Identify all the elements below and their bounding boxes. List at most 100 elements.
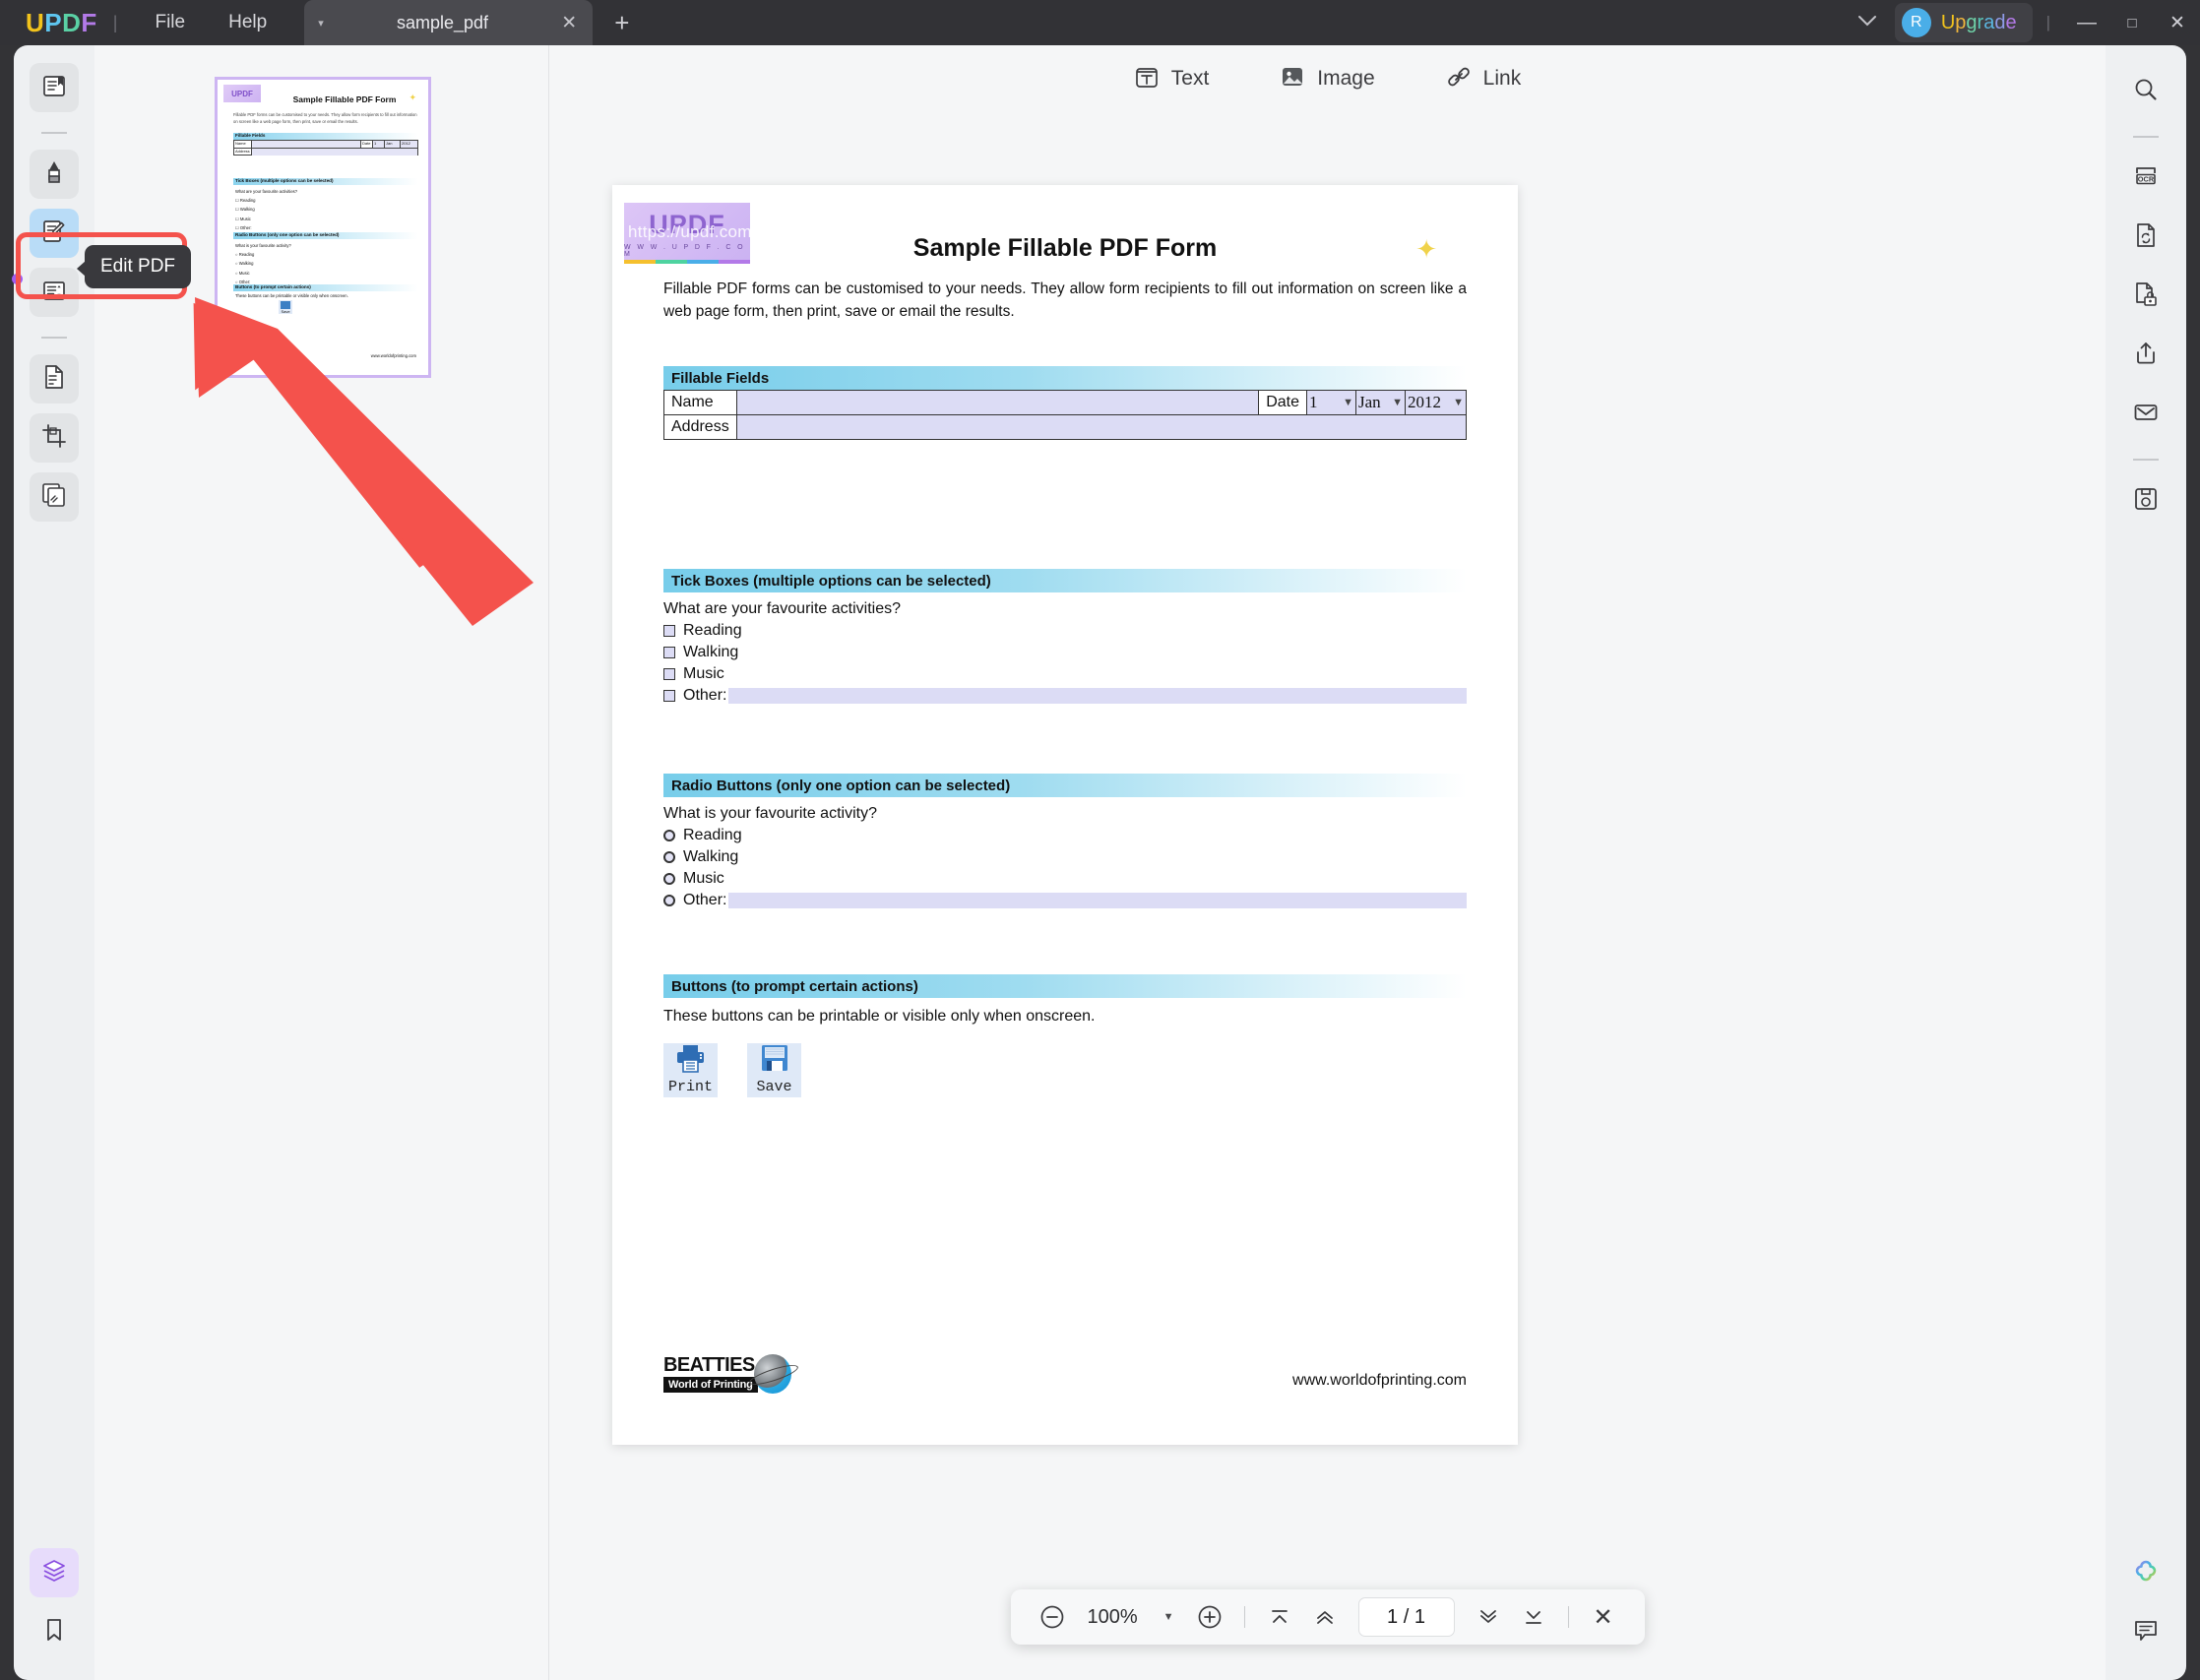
tickbox-label-walking: Walking [683,644,738,661]
minimize-button[interactable]: — [2064,0,2109,45]
table-row-name: Name Date 1▼ Jan▼ [664,391,1467,415]
checkbox-icon[interactable] [663,647,675,658]
thumbnail-page-number: 1 [215,384,431,401]
sidebar-item-comment[interactable] [2121,1607,2170,1656]
sidebar-item-reader[interactable] [30,63,79,112]
pin-icon: ✦ [1415,234,1437,265]
thumb-title: Sample Fillable PDF Form [275,94,414,104]
next-page-button[interactable] [1469,1597,1508,1637]
new-tab-button[interactable]: + [614,8,629,38]
beatties-logo: BEATTIES World of Printing [663,1354,791,1394]
logo-letter-d: D [62,8,81,37]
radio-label-walking: Walking [683,848,738,866]
radio-option-reading[interactable]: Reading [663,827,1467,844]
sidebar-item-share[interactable] [2121,331,2170,380]
sidebar-item-ocr[interactable]: OCR [2121,154,2170,203]
print-button[interactable]: Print [663,1043,718,1097]
checkbox-icon[interactable] [663,625,675,637]
page-indicator-input[interactable]: 1 / 1 [1358,1597,1455,1637]
checkbox-icon[interactable] [663,668,675,680]
close-toolbar-button[interactable]: ✕ [1584,1597,1623,1637]
menu-help[interactable]: Help [207,6,288,39]
chevron-down-icon[interactable] [1840,15,1895,31]
sidebar-item-search[interactable] [2121,67,2170,116]
tab-close-icon[interactable]: ✕ [561,12,577,34]
right-rail-divider-2 [2133,459,2159,461]
sidebar-item-annotate[interactable] [30,150,79,199]
tickbox-option-music[interactable]: Music [663,665,1467,683]
radio-icon[interactable] [663,851,675,863]
sidebar-item-crop-page[interactable] [30,413,79,463]
sidebar-item-organize-pages[interactable] [30,268,79,317]
page-title: Sample Fillable PDF Form [612,234,1518,263]
tool-text[interactable]: Text [1134,64,1210,94]
thumb-pin-icon: ✦ [409,93,416,103]
tickbox-other-input[interactable] [728,688,1467,704]
page-thumbnail[interactable]: UPDF Sample Fillable PDF Form ✦ Fillable… [215,77,431,378]
close-window-button[interactable]: ✕ [2155,0,2200,45]
maximize-button[interactable]: □ [2109,0,2155,45]
zoom-in-button[interactable] [1190,1597,1229,1637]
radios-question: What is your favourite activity? [663,805,877,823]
save-button-label: Save [756,1079,791,1095]
convert-icon [2132,221,2160,254]
tab-title: sample_pdf [324,13,562,33]
date-month-dropdown[interactable]: Jan▼ [1356,393,1405,412]
radio-icon[interactable] [663,830,675,841]
left-tool-rail [14,45,94,1680]
input-address[interactable] [736,415,1466,440]
tickbox-option-reading[interactable]: Reading [663,622,1467,640]
first-page-button[interactable] [1260,1597,1299,1637]
radio-option-music[interactable]: Music [663,870,1467,888]
tickbox-option-other[interactable]: Other: [663,687,1467,705]
upgrade-button[interactable]: R Upgrade [1895,3,2033,42]
radio-other-input[interactable] [728,893,1467,908]
label-name: Name [664,391,737,415]
menu-file[interactable]: File [133,6,207,39]
date-day-dropdown[interactable]: 1▼ [1307,393,1355,412]
document-tab[interactable]: ▾ sample_pdf ✕ [304,0,593,45]
tool-image[interactable]: Image [1280,64,1374,94]
sidebar-item-convert[interactable] [2121,213,2170,262]
titlebar-right-group: R Upgrade | — □ ✕ [1840,0,2200,45]
sidebar-item-protect[interactable] [2121,272,2170,321]
zoom-caret-down-icon[interactable]: ▼ [1154,1611,1184,1623]
zoom-level-value[interactable]: 100% [1077,1606,1147,1629]
avatar: R [1902,8,1931,37]
organize-pages-icon [40,277,68,309]
sidebar-item-bookmark[interactable] [30,1607,79,1656]
last-page-button[interactable] [1514,1597,1553,1637]
protect-icon [2132,280,2160,313]
date-year-dropdown[interactable]: 2012▼ [1406,393,1466,412]
section-heading-radios: Radio Buttons (only one option can be se… [663,774,1467,797]
rail-divider-2 [41,337,67,339]
radio-option-walking[interactable]: Walking [663,848,1467,866]
radio-option-other[interactable]: Other: [663,892,1467,909]
radio-icon[interactable] [663,895,675,906]
input-name[interactable] [736,391,1259,415]
sidebar-item-email[interactable] [2121,390,2170,439]
sidebar-item-ai-assistant[interactable] [2121,1548,2170,1597]
share-icon [2132,340,2160,372]
intro-paragraph: Fillable PDF forms can be customised to … [663,278,1467,324]
sidebar-item-edit-pdf[interactable] [30,209,79,258]
window-controls-divider: | [2046,13,2050,32]
checkbox-icon[interactable] [663,690,675,702]
tickbox-option-walking[interactable]: Walking [663,644,1467,661]
ai-assistant-icon [2131,1556,2161,1590]
sidebar-item-convert-pdf[interactable] [30,354,79,404]
thumb-table: NameDate1Jan2012 Address [233,140,418,156]
zoom-out-button[interactable] [1032,1597,1071,1637]
toolbar-divider-2 [1568,1606,1569,1628]
radio-icon[interactable] [663,873,675,885]
prev-page-button[interactable] [1305,1597,1345,1637]
sidebar-item-save-as[interactable] [2121,476,2170,526]
tool-link[interactable]: Link [1446,64,1522,94]
sidebar-item-layers[interactable] [30,1548,79,1597]
thumb-tick-list: What are your favourite activities?☐ Rea… [235,187,297,232]
sidebar-item-batch[interactable] [30,472,79,522]
logo-letter-p: P [44,8,62,37]
pdf-page[interactable]: UPDF W W W . U P D F . C O M https://upd… [612,185,1518,1445]
save-button[interactable]: Save [747,1043,801,1097]
logo-letter-u: U [26,8,44,37]
